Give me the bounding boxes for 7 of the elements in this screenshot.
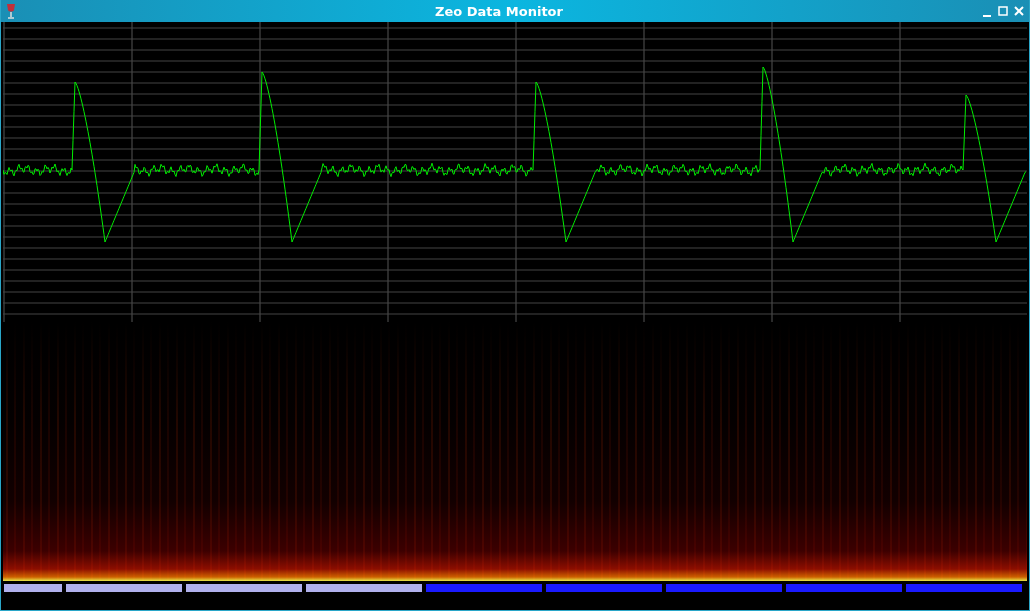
minimize-icon — [983, 15, 991, 17]
maximize-button[interactable] — [997, 5, 1009, 17]
window-title: Zeo Data Monitor — [434, 3, 564, 19]
wine-glass-icon — [5, 3, 17, 19]
maximize-icon — [997, 5, 1009, 17]
close-button[interactable] — [1013, 5, 1025, 17]
close-icon — [1013, 5, 1025, 17]
